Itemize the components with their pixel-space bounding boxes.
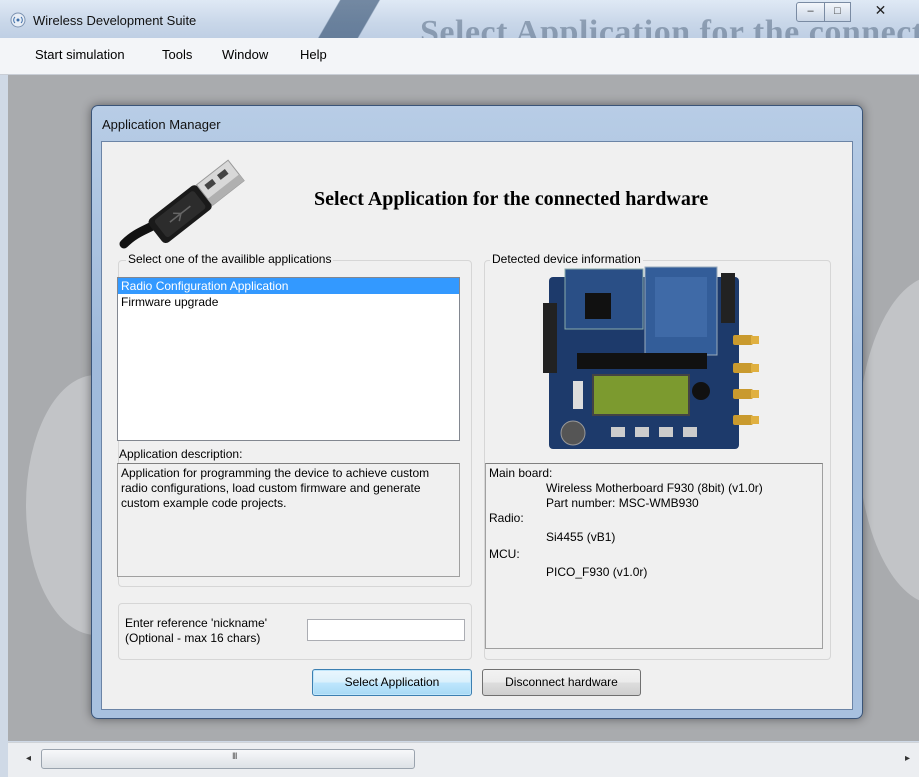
application-manager-dialog: Application Manager Select Application f… — [91, 105, 863, 719]
nickname-label: Enter reference 'nickname' (Optional - m… — [125, 616, 267, 646]
main-board-label: Main board: — [489, 466, 553, 480]
description-box: Application for programming the device t… — [117, 463, 460, 577]
menu-start-simulation[interactable]: Start simulation — [35, 47, 125, 62]
horizontal-scrollbar[interactable]: ◂ III ▸ — [8, 742, 919, 777]
radio-value: Si4455 (vB1) — [546, 530, 616, 544]
scroll-right-arrow[interactable]: ▸ — [905, 753, 910, 764]
title-bar: Select Application for the connected har… — [0, 0, 919, 51]
menu-window[interactable]: Window — [222, 47, 268, 62]
select-application-button[interactable]: Select Application — [312, 669, 472, 696]
workspace-decoration-right — [858, 275, 919, 605]
menu-help[interactable]: Help — [300, 47, 327, 62]
title-background-swoosh — [300, 0, 410, 38]
applications-listbox[interactable]: Radio Configuration Application Firmware… — [117, 277, 460, 441]
scroll-thumb[interactable]: III — [41, 749, 415, 769]
scroll-thumb-grip: III — [232, 751, 237, 761]
dialog-headline: Select Application for the connected har… — [314, 188, 709, 210]
description-label: Application description: — [119, 447, 243, 461]
scroll-left-arrow[interactable]: ◂ — [26, 753, 31, 764]
window-title: Wireless Development Suite — [33, 13, 197, 28]
mcu-label: MCU: — [489, 547, 520, 561]
maximize-button[interactable]: □ — [824, 2, 851, 22]
device-info-box: Main board: Wireless Motherboard F930 (8… — [485, 463, 823, 649]
nickname-label-line-1: Enter reference 'nickname' — [125, 616, 267, 630]
dialog-body: Select Application for the connected har… — [101, 141, 853, 710]
applications-group-label: Select one of the availible applications — [126, 252, 334, 266]
development-board-image — [543, 266, 759, 449]
menu-bar: Start simulation Tools Window Help — [0, 38, 919, 75]
wireless-app-icon — [10, 12, 26, 28]
disconnect-hardware-button[interactable]: Disconnect hardware — [482, 669, 641, 696]
radio-label: Radio: — [489, 511, 524, 525]
nickname-label-line-2: (Optional - max 16 chars) — [125, 631, 261, 645]
usb-plug-image — [119, 159, 245, 249]
nickname-input[interactable] — [307, 619, 465, 641]
list-item-radio-configuration[interactable]: Radio Configuration Application — [118, 278, 459, 294]
minimize-button[interactable]: – — [796, 2, 825, 22]
close-button[interactable]: ✕ — [856, 2, 905, 22]
dialog-title: Application Manager — [102, 117, 221, 132]
part-number: Part number: MSC-WMB930 — [546, 496, 699, 510]
menu-tools[interactable]: Tools — [162, 47, 192, 62]
list-item-firmware-upgrade[interactable]: Firmware upgrade — [118, 294, 459, 310]
main-board-name: Wireless Motherboard F930 (8bit) (v1.0r) — [546, 481, 763, 495]
mcu-value: PICO_F930 (v1.0r) — [546, 565, 648, 579]
description-text: Application for programming the device t… — [121, 466, 430, 510]
